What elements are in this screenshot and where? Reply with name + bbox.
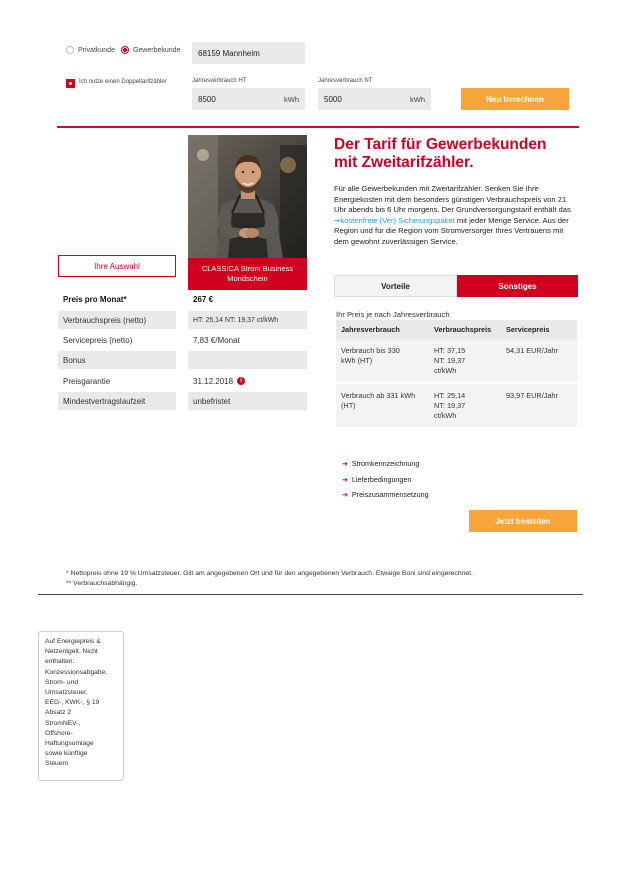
spec-label-bonus: Bonus [58, 351, 176, 369]
tooltip-line: Auf Energiepreis & [45, 638, 101, 645]
header-consumption-price: Verbrauchspreis [434, 325, 492, 334]
row2-price: HT: 25,14 NT: 19,37 ct/kWh [432, 391, 504, 421]
row2-consumption: Verbrauch ab 331 kWh (HT) [336, 391, 432, 421]
consumption-ht-label: Jahresverbrauch HT [192, 78, 247, 84]
product-name-line1: CLASSICA Strom Business [201, 264, 294, 273]
footnote-consumption: ** Verbrauchsabhängig. [66, 579, 138, 587]
arrow-right-icon: ➔ [342, 491, 348, 499]
radio-privatkunde[interactable] [66, 46, 74, 54]
spec-value-consumption-price: HT: 25,14 NT: 19,37 ct/kWh [188, 311, 307, 329]
row1-service: 54,31 EUR/Jahr [506, 346, 558, 355]
table-row: Verbrauch bis 330 kWh (HT) HT: 37,15 NT:… [336, 339, 577, 384]
tab-vorteile[interactable]: Vorteile [334, 275, 457, 297]
product-name-line2: Mondschein [227, 274, 268, 283]
link-lieferbedingungen[interactable]: ➔ Lieferbedingungen [342, 475, 411, 484]
link-label-lieferbedingungen: Lieferbedingungen [351, 475, 412, 484]
spec-value-min-term: unbefristet [188, 392, 307, 410]
consumption-nt-label: Jahresverbrauch NT [318, 78, 373, 84]
spec-label-service-price: Servicepreis (netto) [63, 335, 133, 345]
tab-sonstiges[interactable]: Sonstiges [457, 275, 578, 297]
security-package-link[interactable]: ➞kostenfreie (Ver) Sicherungspaket [334, 216, 455, 225]
tariff-description: Für alle Gewerbekunden mit Zweitarifzähl… [334, 184, 580, 248]
tooltip-line: Netzentgelt. Nicht [45, 648, 98, 656]
product-photo [188, 135, 307, 258]
consumption-nt-input[interactable]: 5000 kWh [318, 88, 431, 110]
consumption-nt-unit: kWh [410, 94, 425, 104]
row2-consumption-line1: Verbrauch ab 331 kWh [341, 391, 416, 400]
consumption-nt-value: 5000 [324, 94, 342, 104]
row2-service: 93,97 EUR/Jahr [506, 391, 558, 400]
title-line2: mit Zweitarifzähler. [334, 154, 474, 171]
double-meter-checkbox[interactable] [66, 79, 75, 88]
tooltip-line: Strom- und [45, 678, 79, 686]
consumption-ht-value: 8500 [198, 94, 216, 104]
price-table-header: Jahresverbrauch Verbrauchspreis Servicep… [336, 320, 577, 339]
selection-label: Ihre Auswahl [58, 255, 176, 277]
header-consumption: Jahresverbrauch [341, 325, 400, 334]
row1-price: HT: 37,15 NT: 19,37 ct/kWh [432, 346, 504, 376]
title-line1: Der Tarif für Gewerbekunden [334, 136, 547, 153]
tooltip-line: enthalten: [45, 658, 75, 666]
product-name: CLASSICA Strom Business Mondschein [188, 258, 307, 290]
spec-value-price-guarantee: 31.12.2018 i [188, 372, 307, 390]
link-preiszusammensetzung[interactable]: ➔ Preiszusammensetzung [342, 490, 429, 499]
row1-consumption-line1: Verbrauch bis 330 [341, 346, 400, 355]
location-value: 68159 Mannheim [198, 48, 260, 58]
link-label-stromkennzeichnung: Stromkennzeichnung [351, 459, 420, 468]
row1-price-unit: ct/kWh [434, 366, 457, 375]
row2-consumption-line2: (HT) [341, 401, 356, 410]
location-input[interactable]: 68159 Mannheim [192, 42, 305, 64]
spec-label-monthly-price: Preis pro Monat* [63, 294, 127, 304]
tooltip-line: sowie künftige [45, 750, 88, 758]
arrow-right-icon: ➔ [342, 460, 348, 468]
recalculate-button[interactable]: Neu berechnen [461, 88, 569, 110]
double-meter-label[interactable]: Ich nutze einen Doppeltarifzähler [79, 79, 167, 85]
tooltip-line: StromNEV-, [45, 719, 81, 727]
price-guarantee-date: 31.12.2018 [193, 376, 234, 386]
footnotes: * Nettopreis ohne 19 % Umsatzsteuer. Gil… [66, 569, 473, 588]
tooltip-line: Konzessionsabgabe, [45, 668, 108, 676]
spec-label-min-term: Mindestvertragslaufzeit [58, 392, 176, 410]
link-label-preiszusammensetzung: Preiszusammensetzung [351, 490, 429, 499]
row1-consumption-line2: kWh (HT) [341, 356, 373, 365]
tooltip-line: Offshore- [45, 729, 73, 737]
page-title: Der Tarif für Gewerbekunden mit Zweitari… [334, 136, 584, 172]
row1-consumption: Verbrauch bis 330 kWh (HT) [336, 346, 432, 376]
consumption-ht-input[interactable]: 8500 kWh [192, 88, 305, 110]
price-note: Ihr Preis je nach Jahresverbrauch [336, 310, 450, 319]
spec-label-price-guarantee: Preisgarantie [63, 376, 111, 386]
footer-divider [38, 594, 583, 595]
tooltip-line: EEG-, KWK-, § 19 [45, 699, 100, 707]
row2-price-unit: ct/kWh [434, 411, 457, 420]
row1-price-ht: HT: 37,15 [434, 346, 466, 355]
info-icon[interactable]: i [237, 377, 246, 385]
link-stromkennzeichnung[interactable]: ➔ Stromkennzeichnung [342, 459, 419, 468]
tooltip-line: Umsatzsteuer, [45, 689, 88, 697]
radio-gewerbekunde[interactable] [120, 46, 129, 54]
arrow-right-icon: ➔ [342, 476, 348, 484]
order-button[interactable]: Jetzt bestellen [469, 510, 577, 532]
radio-label-privatkunde[interactable]: Privatkunde [78, 47, 115, 54]
row1-price-nt: NT: 19,37 [434, 356, 466, 365]
consumption-ht-unit: kWh [284, 94, 299, 104]
header-service-price: Servicepreis [506, 325, 550, 334]
tooltip-line: Haftungsumlage [45, 740, 94, 748]
price-table: Jahresverbrauch Verbrauchspreis Servicep… [336, 320, 577, 429]
spec-value-service-price: 7,83 €/Monat [193, 335, 240, 345]
radio-label-gewerbekunde[interactable]: Gewerbekunde [133, 47, 180, 54]
section-divider [57, 126, 579, 128]
row2-price-nt: NT: 19,37 [434, 401, 466, 410]
description-text-1: Für alle Gewerbekunden mit Zweitarifzähl… [334, 184, 571, 215]
price-tooltip: Auf Energiepreis & Netzentgelt. Nicht en… [38, 631, 124, 781]
spec-value-bonus [188, 351, 307, 369]
table-row: Verbrauch ab 331 kWh (HT) HT: 25,14 NT: … [336, 384, 577, 429]
row2-price-ht: HT: 25,14 [434, 391, 466, 400]
spec-value-monthly-price: 267 € [193, 294, 214, 304]
tooltip-line: Absatz 2 [45, 709, 72, 717]
tooltip-line: Steuern [45, 760, 69, 768]
spec-label-consumption-price: Verbrauchspreis (netto) [58, 311, 176, 329]
customer-type-selector: Privatkunde Gewerbekunde [66, 46, 186, 54]
footnote-net-price: * Nettopreis ohne 19 % Umsatzsteuer. Gil… [66, 570, 473, 577]
